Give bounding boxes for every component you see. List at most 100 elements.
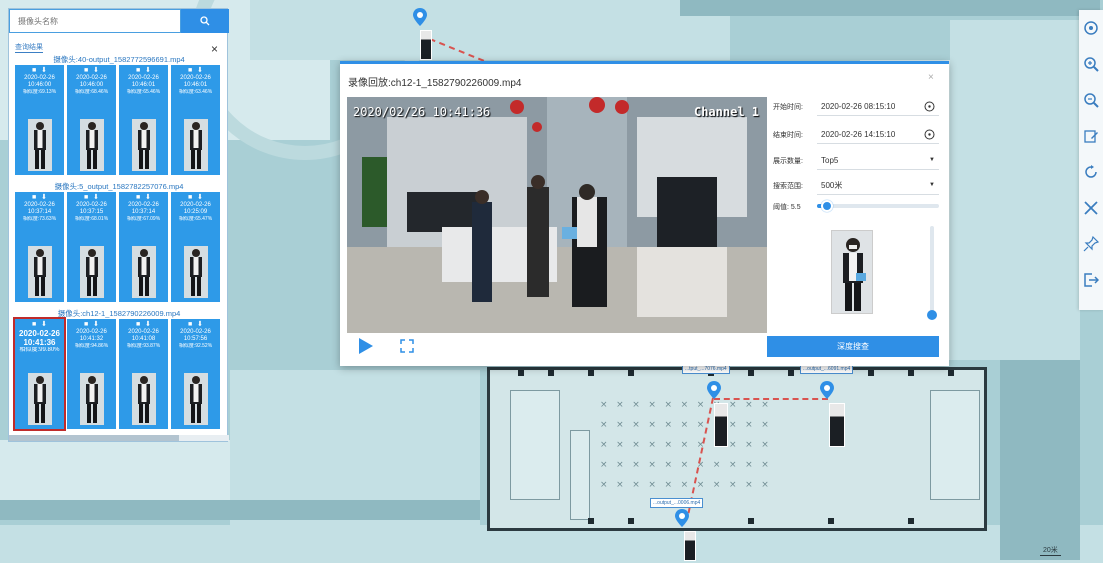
card-time: 10:46:01 [183, 82, 208, 88]
stop-icon[interactable]: ■ [188, 194, 192, 202]
zoom-in-icon[interactable] [1079, 46, 1103, 82]
download-icon[interactable]: ⬇ [145, 194, 151, 202]
person-thumbnail[interactable] [829, 403, 845, 447]
download-icon[interactable]: ⬇ [41, 67, 47, 75]
result-card[interactable]: ■ ⬇ 2020-02-26 10:41:36 相似度:99.80% [13, 317, 66, 431]
person-photo [132, 119, 156, 171]
result-card[interactable]: ■ ⬇ 2020-02-26 10:46:01 相似度:65.46% [119, 65, 168, 175]
refresh-icon[interactable] [1079, 154, 1103, 190]
stop-icon[interactable]: ■ [136, 194, 140, 202]
card-time: 10:46:00 [79, 82, 104, 88]
stop-icon[interactable]: ■ [84, 67, 88, 75]
card-similarity: 相似度:63.46% [178, 89, 213, 95]
deep-search-button[interactable]: 深度搜查 [767, 336, 939, 357]
download-icon[interactable]: ⬇ [93, 67, 99, 75]
download-icon[interactable]: ⬇ [197, 194, 203, 202]
result-card[interactable]: ■ ⬇ 2020-02-26 10:57:56 相似度:92.52% [171, 319, 220, 429]
display-count-select[interactable]: Top5 ▼ [817, 152, 939, 170]
person-thumbnail[interactable] [714, 403, 728, 447]
threshold-slider-handle[interactable] [820, 200, 833, 212]
search-range-select[interactable]: 500米 ▼ [817, 177, 939, 195]
result-card[interactable]: ■ ⬇ 2020-02-26 10:37:14 相似度:67.09% [119, 192, 168, 302]
stop-icon[interactable]: ■ [84, 321, 88, 329]
target-icon[interactable] [1079, 10, 1103, 46]
person-photo [80, 373, 104, 425]
camera-pin-icon[interactable] [707, 381, 721, 399]
result-card[interactable]: ■ ⬇ 2020-02-26 10:41:32 相似度:94.86% [67, 319, 116, 429]
stop-icon[interactable]: ■ [136, 67, 140, 75]
display-count-label: 展示数量: [773, 158, 803, 165]
stop-icon[interactable]: ■ [188, 67, 192, 75]
result-card[interactable]: ■ ⬇ 2020-02-26 10:25:09 相似度:65.47% [171, 192, 220, 302]
person-photo [80, 119, 104, 171]
result-card[interactable]: ■ ⬇ 2020-02-26 10:41:08 相似度:93.87% [119, 319, 168, 429]
result-card[interactable]: ■ ⬇ 2020-02-26 10:46:00 相似度:68.46% [67, 65, 116, 175]
download-icon[interactable]: ⬇ [93, 194, 99, 202]
end-time-field[interactable]: 2020-02-26 14:15:10 [817, 126, 939, 144]
card-similarity: 相似度:68.46% [74, 89, 109, 95]
result-card-row: ■ ⬇ 2020-02-26 10:37:14 相似度:73.63% ■ ⬇ 2020-02-… [9, 192, 229, 302]
card-similarity: 相似度:65.47% [178, 216, 213, 222]
horizontal-scrollbar[interactable] [9, 435, 229, 441]
camera-label: ...output_...0006.mp4 [650, 498, 704, 508]
edit-icon[interactable] [1079, 118, 1103, 154]
card-similarity: 相似度:68.01% [74, 216, 109, 222]
camera-pin-icon[interactable] [413, 8, 427, 26]
play-icon[interactable] [358, 337, 374, 355]
stop-icon[interactable]: ■ [32, 194, 36, 202]
search-button[interactable] [181, 9, 229, 33]
download-icon[interactable]: ⬇ [145, 321, 151, 329]
person-thumbnail[interactable] [684, 531, 696, 561]
clock-icon [924, 129, 935, 140]
download-icon[interactable]: ⬇ [93, 321, 99, 329]
results-list[interactable]: 摄像头:40-output_1582772596691.mp4 ■ ⬇ 2020-02… [9, 54, 229, 443]
search-range-label: 搜索范围: [773, 183, 803, 190]
result-card[interactable]: ■ ⬇ 2020-02-26 10:46:01 相似度:63.46% [171, 65, 220, 175]
download-icon[interactable]: ⬇ [145, 67, 151, 75]
person-photo [28, 119, 52, 171]
card-date: 2020-02-26 [128, 202, 159, 208]
camera-pin-icon[interactable] [820, 381, 834, 399]
fullscreen-icon[interactable] [400, 339, 414, 353]
stop-icon[interactable]: ■ [32, 321, 36, 329]
floor-plan: × × × × × × × × × × × × × × × × × × × × … [487, 367, 987, 531]
video-player[interactable]: 2020/02/26 10:41:36 Channel 1 [347, 97, 767, 333]
download-icon[interactable]: ⬇ [197, 321, 203, 329]
camera-pin-icon[interactable] [675, 509, 689, 527]
exit-icon[interactable] [1079, 262, 1103, 298]
video-timestamp: 2020/02/26 10:41:36 [353, 105, 491, 119]
stop-icon[interactable]: ■ [32, 67, 36, 75]
camera-search-input[interactable] [9, 9, 181, 33]
dialog-close-button[interactable]: × [928, 72, 934, 83]
card-similarity: 相似度:92.52% [178, 343, 213, 349]
download-icon[interactable]: ⬇ [41, 194, 47, 202]
pin-icon[interactable] [1079, 226, 1103, 262]
person-thumbnail[interactable] [420, 30, 432, 60]
tools-icon[interactable] [1079, 190, 1103, 226]
card-similarity: 相似度:73.63% [22, 216, 57, 222]
end-time-label: 结束时间: [773, 132, 803, 139]
caret-down-icon: ▼ [929, 157, 935, 163]
card-similarity: 相似度:69.13% [22, 89, 57, 95]
map-toolbar [1079, 10, 1103, 310]
result-card[interactable]: ■ ⬇ 2020-02-26 10:37:15 相似度:68.01% [67, 192, 116, 302]
card-similarity: 相似度:94.86% [74, 343, 109, 349]
threshold-slider[interactable] [817, 200, 939, 212]
stop-icon[interactable]: ■ [188, 321, 192, 329]
vertical-slider[interactable] [927, 226, 937, 320]
result-card[interactable]: ■ ⬇ 2020-02-26 10:37:14 相似度:73.63% [15, 192, 64, 302]
result-card[interactable]: ■ ⬇ 2020-02-26 10:46:00 相似度:69.13% [15, 65, 64, 175]
card-date: 2020-02-26 [19, 329, 60, 338]
stop-icon[interactable]: ■ [136, 321, 140, 329]
person-photo [28, 373, 52, 425]
download-icon[interactable]: ⬇ [197, 67, 203, 75]
scrollbar-thumb[interactable] [9, 435, 179, 441]
start-time-field[interactable]: 2020-02-26 08:15:10 [817, 98, 939, 116]
card-date: 2020-02-26 [128, 329, 159, 335]
zoom-out-icon[interactable] [1079, 82, 1103, 118]
vertical-slider-handle[interactable] [927, 310, 937, 320]
stop-icon[interactable]: ■ [84, 194, 88, 202]
clock-icon [924, 101, 935, 112]
download-icon[interactable]: ⬇ [41, 321, 47, 329]
map-scale: 20米 [1040, 545, 1061, 556]
